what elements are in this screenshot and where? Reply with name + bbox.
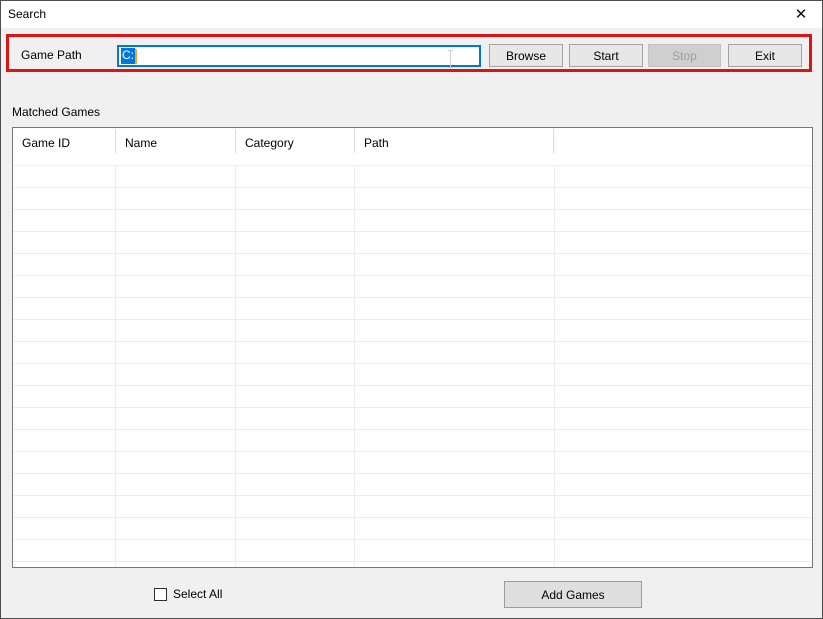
- checkbox-unchecked-icon: [154, 588, 167, 601]
- select-all-label: Select All: [173, 587, 222, 601]
- browse-button[interactable]: Browse: [489, 44, 563, 67]
- close-button[interactable]: ✕: [780, 1, 822, 28]
- selected-text: C:: [121, 48, 135, 64]
- window-title: Search: [8, 8, 46, 21]
- column-header-game-id[interactable]: Game ID: [13, 128, 116, 165]
- select-all-checkbox[interactable]: Select All: [154, 587, 222, 601]
- column-header-category[interactable]: Category: [236, 128, 355, 165]
- close-icon: ✕: [795, 5, 808, 23]
- table-body-empty-grid[interactable]: [13, 166, 812, 567]
- titlebar: Search ✕: [1, 1, 822, 28]
- game-path-input[interactable]: C:: [117, 45, 481, 67]
- stop-button: Stop: [648, 44, 721, 67]
- table-header-row: Game ID Name Category Path: [13, 128, 812, 166]
- matched-games-table: Game ID Name Category Path: [12, 127, 813, 568]
- text-caret: [135, 49, 137, 64]
- start-button[interactable]: Start: [569, 44, 643, 67]
- column-header-spacer: [554, 128, 812, 165]
- game-path-label: Game Path: [21, 49, 82, 62]
- matched-games-label: Matched Games: [12, 106, 100, 119]
- exit-button[interactable]: Exit: [728, 44, 802, 67]
- column-header-name[interactable]: Name: [116, 128, 236, 165]
- add-games-button[interactable]: Add Games: [504, 581, 642, 608]
- column-header-path[interactable]: Path: [355, 128, 554, 165]
- search-dialog: Search ✕ Game Path C: Browse Start Stop …: [0, 0, 823, 619]
